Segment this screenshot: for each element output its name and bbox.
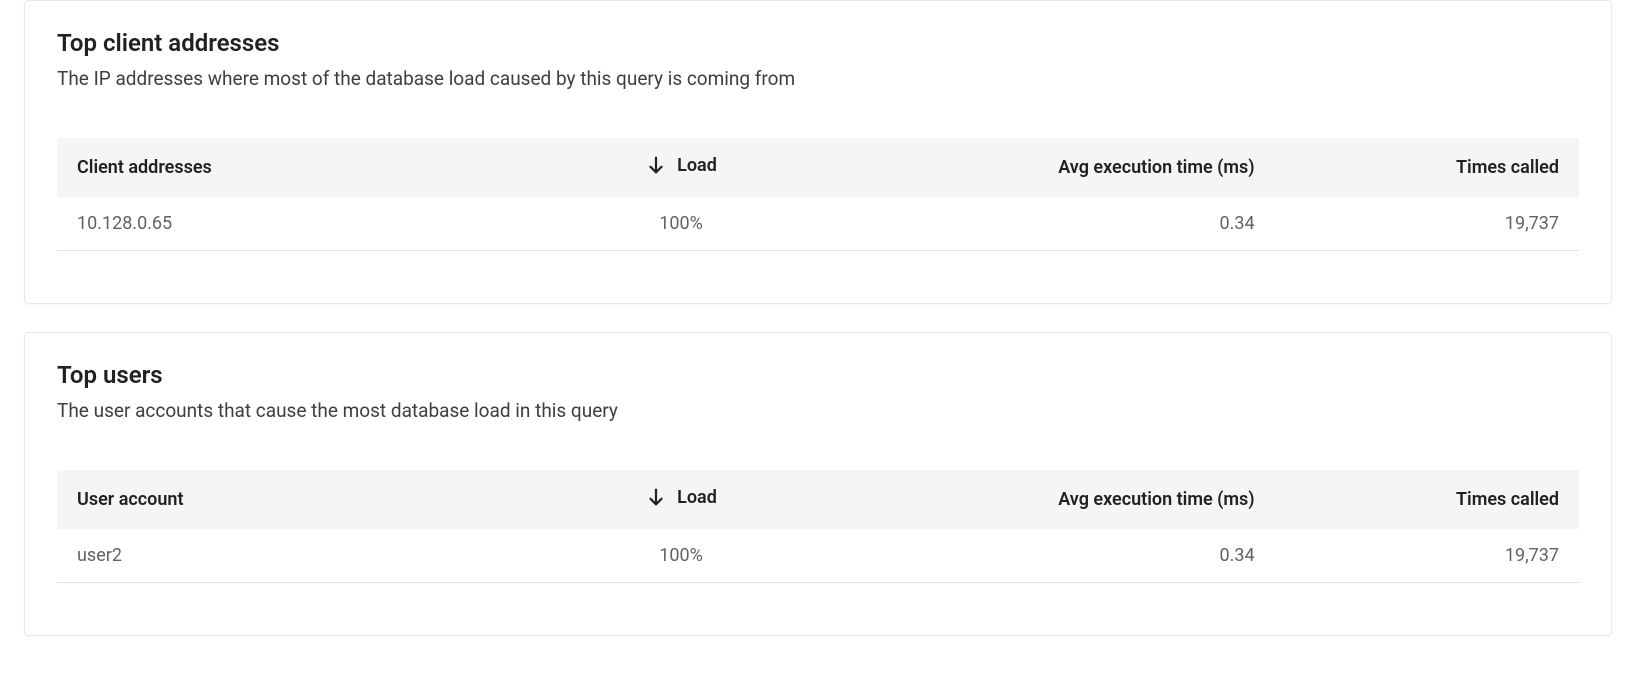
column-header-label: Avg execution time (ms) <box>1058 489 1254 510</box>
column-header-client-addresses[interactable]: Client addresses <box>57 138 544 197</box>
cell-times-called: 19,737 <box>1275 197 1579 251</box>
top-client-addresses-card: Top client addresses The IP addresses wh… <box>24 0 1612 304</box>
cell-times-called: 19,737 <box>1275 529 1579 583</box>
column-header-load[interactable]: Load <box>544 470 818 529</box>
top-users-card: Top users The user accounts that cause t… <box>24 332 1612 636</box>
table-row: user2 100% 0.34 19,737 <box>57 529 1579 583</box>
card-subtitle: The IP addresses where most of the datab… <box>57 67 1579 90</box>
cell-avg-execution: 0.34 <box>818 529 1275 583</box>
top-users-table: User account Load Avg executio <box>57 470 1579 583</box>
card-title: Top users <box>57 361 1579 389</box>
arrow-down-icon <box>645 486 667 508</box>
sort-control[interactable]: Load <box>645 154 717 176</box>
cell-user-account: user2 <box>57 529 544 583</box>
table-row: 10.128.0.65 100% 0.34 19,737 <box>57 197 1579 251</box>
column-header-label: Avg execution time (ms) <box>1058 157 1254 178</box>
column-header-label: Client addresses <box>77 157 212 178</box>
column-header-label: Times called <box>1456 157 1559 178</box>
column-header-user-account[interactable]: User account <box>57 470 544 529</box>
column-header-avg-execution[interactable]: Avg execution time (ms) <box>818 138 1275 197</box>
column-header-load[interactable]: Load <box>544 138 818 197</box>
column-header-label: User account <box>77 489 184 510</box>
column-header-label: Load <box>677 155 717 176</box>
card-subtitle: The user accounts that cause the most da… <box>57 399 1579 422</box>
column-header-times-called[interactable]: Times called <box>1275 138 1579 197</box>
top-client-addresses-table: Client addresses Load Avg exec <box>57 138 1579 251</box>
cell-load: 100% <box>544 529 818 583</box>
table-header-row: Client addresses Load Avg exec <box>57 138 1579 197</box>
cell-client-address: 10.128.0.65 <box>57 197 544 251</box>
sort-control[interactable]: Load <box>645 486 717 508</box>
cell-load: 100% <box>544 197 818 251</box>
arrow-down-icon <box>645 154 667 176</box>
card-title: Top client addresses <box>57 29 1579 57</box>
table-header-row: User account Load Avg executio <box>57 470 1579 529</box>
column-header-label: Load <box>677 487 717 508</box>
column-header-label: Times called <box>1456 489 1559 510</box>
column-header-times-called[interactable]: Times called <box>1275 470 1579 529</box>
column-header-avg-execution[interactable]: Avg execution time (ms) <box>818 470 1275 529</box>
cell-avg-execution: 0.34 <box>818 197 1275 251</box>
